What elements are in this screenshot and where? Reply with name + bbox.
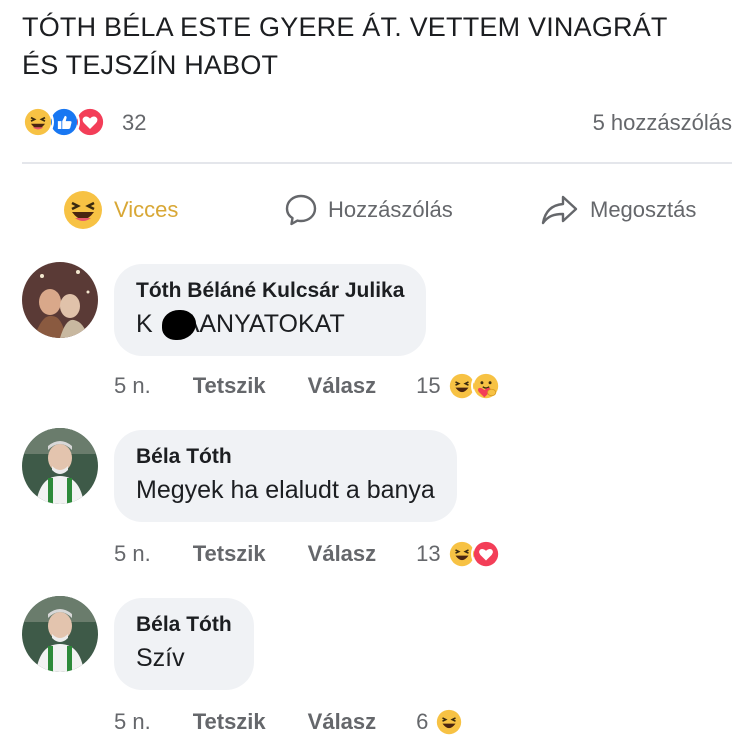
avatar[interactable] — [22, 428, 98, 504]
haha-reaction-button[interactable]: Vicces — [62, 182, 178, 238]
comment-text-start: K — [136, 310, 153, 338]
comment-bubble: Béla Tóth Szív — [114, 598, 254, 690]
reply-button[interactable]: Válasz — [308, 541, 377, 567]
comment-count[interactable]: 5 hozzászólás — [593, 110, 732, 136]
comment-meta: 5 n. Tetszik Válasz 6 — [114, 704, 465, 740]
comment-bubble: Béla Tóth Megyek ha elaludt a banya — [114, 430, 457, 522]
comment-button[interactable]: Hozzászólás — [284, 182, 453, 238]
post-stats: 32 5 hozzászólás — [22, 104, 732, 144]
post-text: TÓTH BÉLA ESTE GYERE ÁT. VETTEM VINAGRÁT… — [22, 8, 722, 84]
comment-text: K AANYATOKAT — [136, 306, 404, 342]
comment-reaction-count[interactable]: 6 — [416, 709, 428, 735]
like-button[interactable]: Tetszik — [193, 373, 266, 399]
comment-meta: 5 n. Tetszik Válasz 15 — [114, 368, 501, 404]
comment-label: Hozzászólás — [328, 197, 453, 222]
haha-icon — [62, 189, 104, 231]
comment-bubble: Tóth Béláné Kulcsár Julika K AANYATOKAT — [114, 264, 427, 356]
comment-meta: 5 n. Tetszik Válasz 13 — [114, 536, 501, 572]
divider — [22, 162, 732, 164]
comment-author[interactable]: Béla Tóth — [136, 442, 435, 472]
reaction-count[interactable]: 32 — [122, 110, 146, 136]
reply-button[interactable]: Válasz — [308, 373, 377, 399]
haha-icon — [22, 106, 54, 138]
comment-time[interactable]: 5 n. — [114, 541, 151, 567]
avatar[interactable] — [22, 262, 98, 338]
comment-reaction-count[interactable]: 15 — [416, 373, 440, 399]
comment-text: Szív — [136, 644, 185, 672]
like-button[interactable]: Tetszik — [193, 541, 266, 567]
reaction-label: Vicces — [114, 197, 179, 222]
share-label: Megosztás — [590, 197, 697, 222]
post-text-line-1: TÓTH BÉLA ESTE GYERE ÁT. VETTEM VINAGRÁT — [22, 12, 668, 42]
comment-time[interactable]: 5 n. — [114, 373, 151, 399]
share-button[interactable]: Megosztás — [540, 182, 696, 238]
comment-author[interactable]: Béla Tóth — [136, 610, 232, 640]
action-bar: Vicces Hozzászólás Megosztás — [22, 182, 732, 238]
reply-button[interactable]: Válasz — [308, 709, 377, 735]
comment-text: Megyek ha elaludt a banya — [136, 476, 435, 504]
post-text-line-2: ÉS TEJSZÍN HABOT — [22, 50, 279, 80]
comment-author[interactable]: Tóth Béláné Kulcsár Julika — [136, 276, 404, 306]
avatar[interactable] — [22, 596, 98, 672]
care-icon — [470, 371, 501, 401]
comment-time[interactable]: 5 n. — [114, 709, 151, 735]
love-icon — [470, 539, 501, 569]
share-icon — [540, 192, 580, 228]
comment-text-end: AANYATOKAT — [182, 310, 345, 338]
comment-icon — [284, 193, 318, 227]
haha-icon — [434, 707, 465, 737]
reaction-summary[interactable] — [22, 106, 122, 140]
like-button[interactable]: Tetszik — [193, 709, 266, 735]
comment-reaction-count[interactable]: 13 — [416, 541, 440, 567]
